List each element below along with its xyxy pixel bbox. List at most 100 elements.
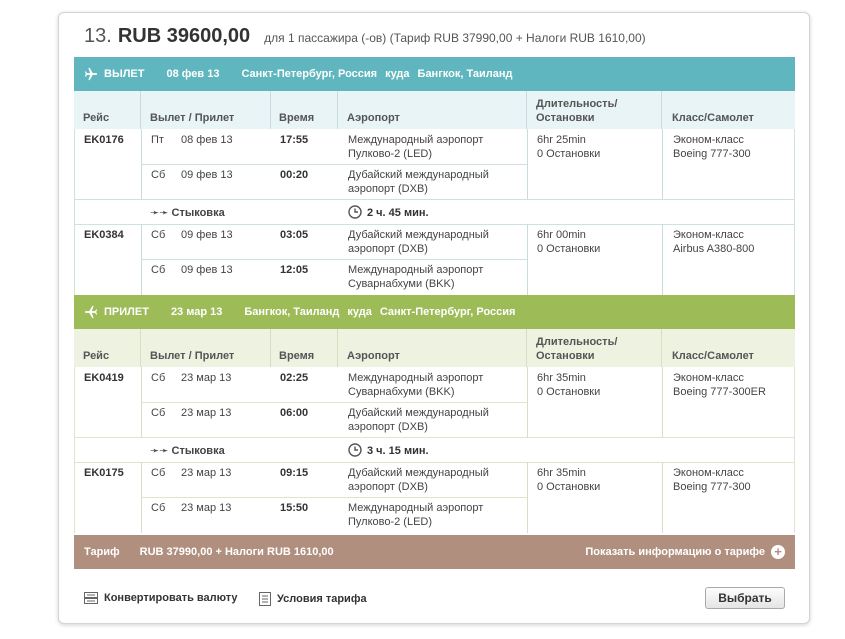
outbound-from: Санкт-Петербург, Россия [241,68,378,80]
time: 00:20 [280,169,309,181]
inbound-body: EK0419 Сб 23 мар 13 02:25 Международный … [74,367,795,533]
time: 17:55 [280,134,309,146]
day: Сб [151,502,166,514]
date: 09 фев 13 [181,264,233,276]
col-airport: Аэропорт [347,350,400,362]
flight-offer-card: 13. RUB 39600,00 для 1 пассажира (-ов) (… [58,12,810,624]
inbound-section: ПРИЛЕТ 23 мар 13 Бангкок, Таиланд куда С… [74,295,795,533]
inbound-to: Санкт-Петербург, Россия [379,306,516,318]
outbound-column-headers: Рейс Вылет / Прилет Время Аэропорт Длите… [74,91,795,129]
day: Сб [151,229,166,241]
day: Сб [151,407,166,419]
duration-stops: 6hr 25min 0 Остановки [537,134,601,160]
duration-stops: 6hr 00min 0 Остановки [537,229,601,255]
day: Сб [151,372,166,384]
fare-conditions-label: Условия тарифа [277,593,367,605]
airport: Международный аэропорт Пулково-2 (LED) [348,502,484,528]
inbound-label: ПРИЛЕТ [104,306,149,318]
col-class: Класс/Самолет [672,350,754,362]
class-aircraft: Эконом-класс Boeing 777-300ER [673,372,766,398]
airport: Дубайский международный аэропорт (DXB) [348,467,489,493]
airport: Международный аэропорт Пулково-2 (LED) [348,134,484,160]
outbound-section: ВЫЛЕТ 08 фев 13 Санкт-Петербург, Россия … [74,57,795,295]
outbound-band: ВЫЛЕТ 08 фев 13 Санкт-Петербург, Россия … [74,57,795,91]
connection-time: 2 ч. 45 мин. [367,207,429,219]
col-time: Время [279,112,315,124]
day: Пт [151,134,164,146]
col-duration: Длительность/Остановки [536,336,618,362]
outbound-to-word: куда [385,68,410,80]
date: 09 фев 13 [181,229,233,241]
outbound-body: EK0176 Пт 08 фев 13 17:55 Международный … [74,129,795,295]
airport: Международный аэропорт Суварнабхуми (BKK) [348,264,484,290]
flight-number: EK0419 [84,372,124,384]
date: 08 фев 13 [181,134,233,146]
fare-label: Тариф [84,546,120,558]
price-breakdown: для 1 пассажира (-ов) (Тариф RUB 37990,0… [264,31,646,45]
inbound-band: ПРИЛЕТ 23 мар 13 Бангкок, Таиланд куда С… [74,295,795,329]
airport: Дубайский международный аэропорт (DXB) [348,407,489,433]
class-aircraft: Эконом-класс Boeing 777-300 [673,134,751,160]
fare-conditions-link[interactable]: Условия тарифа [259,592,367,606]
col-dep-arr: Вылет / Прилет [150,350,235,362]
date: 23 мар 13 [181,372,232,384]
date: 09 фев 13 [181,169,233,181]
duration-stops: 6hr 35min 0 Остановки [537,467,601,493]
currency-icon [84,592,98,604]
time: 03:05 [280,229,309,241]
double-chevron-icon: ➛➛ [150,445,169,457]
fare-bar: Тариф RUB 37990,00 + Налоги RUB 1610,00 … [74,535,795,569]
footer: Конвертировать валюту Условия тарифа Выб… [84,587,785,613]
col-flight: Рейс [83,350,110,362]
time: 15:50 [280,502,309,514]
col-time: Время [279,350,315,362]
airport: Дубайский международный аэропорт (DXB) [348,169,489,195]
plane-icon [84,305,98,319]
select-button[interactable]: Выбрать [705,587,785,609]
col-airport: Аэропорт [347,112,400,124]
time: 12:05 [280,264,309,276]
time: 09:15 [280,467,309,479]
date: 23 мар 13 [181,467,232,479]
clock-icon [348,443,362,457]
flight-number: EK0175 [84,467,124,479]
inbound-column-headers: Рейс Вылет / Прилет Время Аэропорт Длите… [74,329,795,367]
inbound-to-word: куда [347,306,372,318]
inbound-date: 23 мар 13 [170,306,223,318]
col-flight: Рейс [83,112,110,124]
offer-number: 13. [84,25,112,47]
date: 23 мар 13 [181,502,232,514]
plus-circle-icon[interactable]: + [771,545,785,559]
flight-number: EK0384 [84,229,124,241]
col-duration: Длительность/Остановки [536,98,618,124]
duration-stops: 6hr 35min 0 Остановки [537,372,601,398]
col-class: Класс/Самолет [672,112,754,124]
convert-currency-link[interactable]: Конвертировать валюту [84,592,238,604]
outbound-date: 08 фев 13 [166,68,220,80]
col-dep-arr: Вылет / Прилет [150,112,235,124]
class-aircraft: Эконом-класс Boeing 777-300 [673,467,751,493]
convert-currency-label: Конвертировать валюту [104,592,238,604]
date: 23 мар 13 [181,407,232,419]
class-aircraft: Эконом-класс Airbus A380-800 [673,229,755,255]
airport: Международный аэропорт Суварнабхуми (BKK) [348,372,484,398]
clock-icon [348,205,362,219]
plane-icon [84,67,98,81]
outbound-label: ВЫЛЕТ [104,68,145,80]
outbound-to: Бангкок, Таиланд [417,68,513,80]
double-chevron-icon: ➛➛ [150,207,169,219]
connection-label: ➛➛ Стыковка [150,445,225,457]
day: Сб [151,264,166,276]
document-icon [259,592,271,606]
flight-number: EK0176 [84,134,124,146]
price-header: 13. RUB 39600,00 для 1 пассажира (-ов) (… [84,25,646,51]
total-price: RUB 39600,00 [117,25,251,47]
time: 06:00 [280,407,309,419]
fare-value: RUB 37990,00 + Налоги RUB 1610,00 [139,546,334,558]
show-fare-info-link[interactable]: Показать информацию о тарифе [585,546,765,558]
inbound-from: Бангкок, Таиланд [244,306,340,318]
time: 02:25 [280,372,309,384]
connection-label: ➛➛ Стыковка [150,207,225,219]
day: Сб [151,467,166,479]
connection-time: 3 ч. 15 мин. [367,445,429,457]
